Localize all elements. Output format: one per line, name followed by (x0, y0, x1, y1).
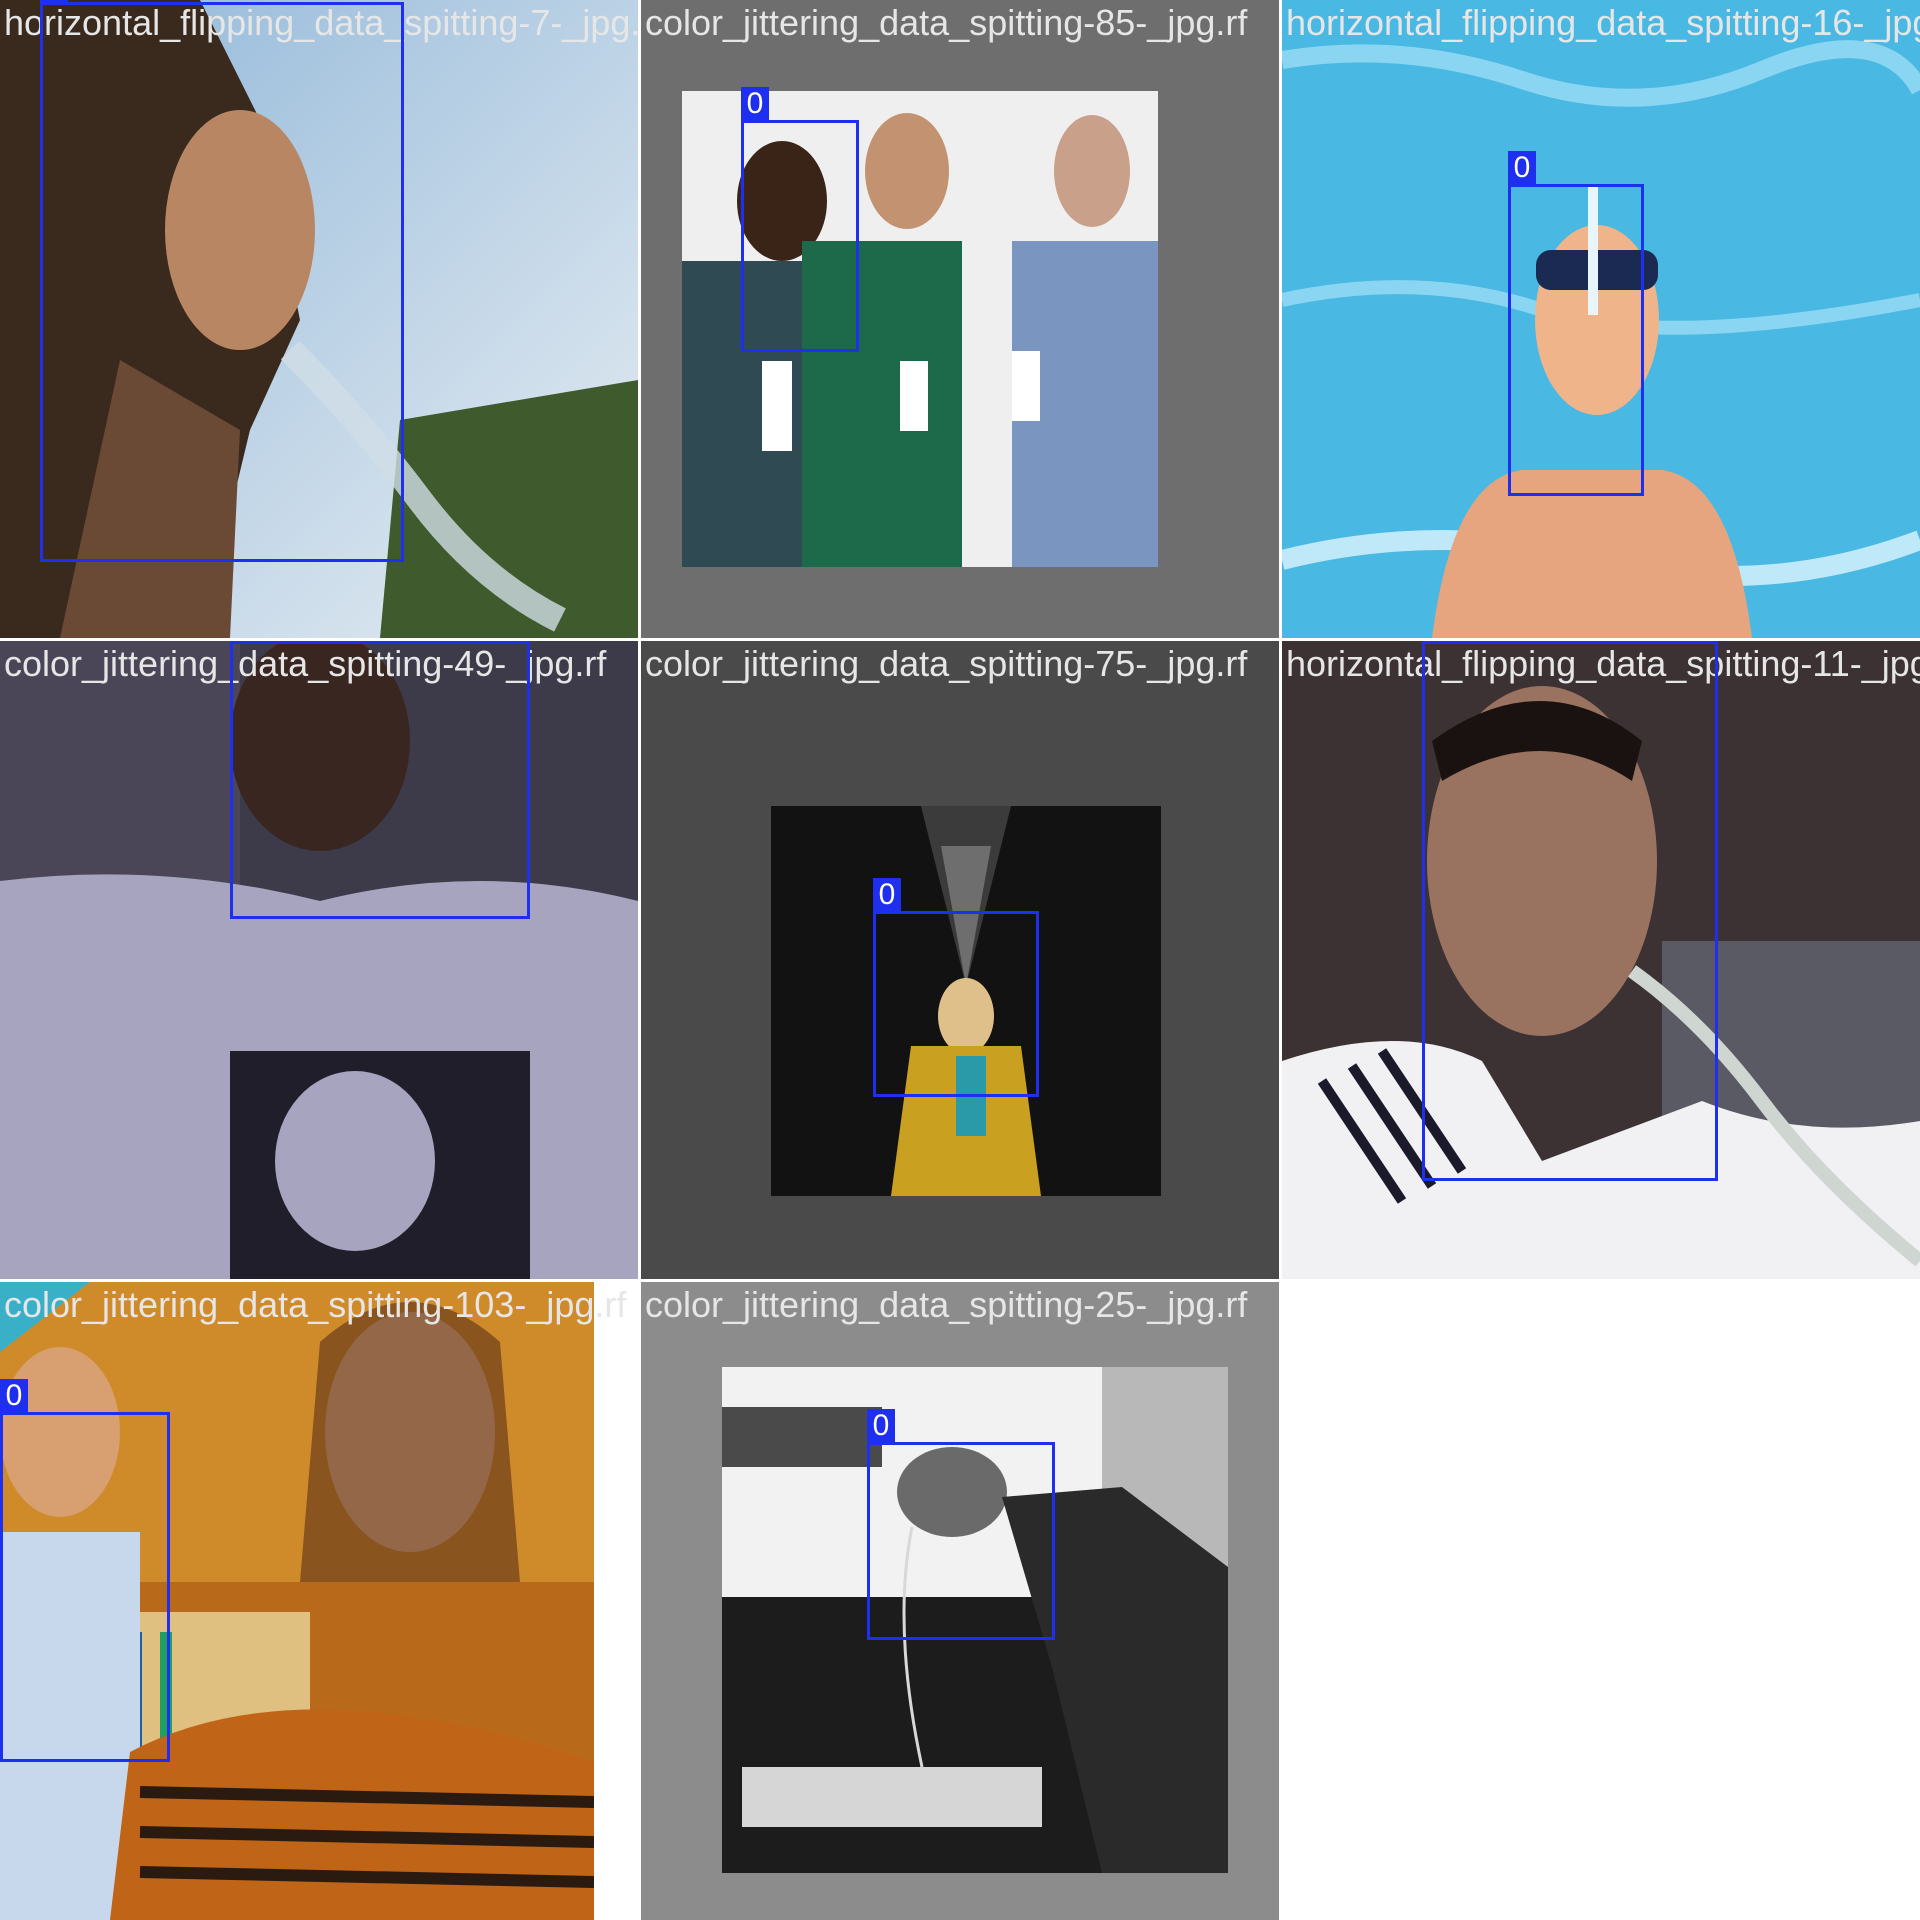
bounding-box: 0 (873, 878, 1039, 1097)
tile-1: horizontal_flipping_data_spitting-7-_jpg… (0, 0, 638, 638)
tile-3: horizontal_flipping_data_spitting-16-_jp… (1282, 0, 1920, 638)
tile-title: color_jittering_data_spitting-75-_jpg.rf (645, 643, 1248, 684)
tile-2: color_jittering_data_spitting-85-_jpg.rf… (641, 0, 1279, 638)
bounding-box: 0 (40, 0, 404, 562)
bounding-box: 0 (1508, 151, 1644, 496)
tile-title: color_jittering_data_spitting-103-_jpg.r… (4, 1284, 627, 1325)
tile-6: horizontal_flipping_data_spitting-11-_jp… (1282, 641, 1920, 1279)
tile-4: color_jittering_data_spitting-49-_jpg.rf… (0, 641, 638, 1279)
tile-title: horizontal_flipping_data_spitting-16-_jp… (1286, 2, 1920, 43)
class-label-tag: 0 (741, 87, 769, 120)
image-mosaic: horizontal_flipping_data_spitting-7-_jpg… (0, 0, 1920, 1920)
class-label-tag: 0 (0, 1379, 28, 1412)
tile-title: color_jittering_data_spitting-25-_jpg.rf (645, 1284, 1248, 1325)
class-label-tag: 0 (1508, 151, 1536, 184)
class-label-tag: 0 (40, 0, 68, 2)
class-label-tag: 0 (867, 1409, 895, 1442)
bounding-box: 0 (1422, 641, 1718, 1181)
bounding-box: 0 (741, 87, 859, 352)
tile-title: color_jittering_data_spitting-85-_jpg.rf (645, 2, 1248, 43)
bounding-box: 0 (0, 1379, 170, 1762)
tile-8: color_jittering_data_spitting-25-_jpg.rf… (641, 1282, 1279, 1920)
bounding-box: 0 (230, 641, 530, 919)
tile-5: color_jittering_data_spitting-75-_jpg.rf… (641, 641, 1279, 1279)
class-label-tag: 0 (873, 878, 901, 911)
empty-cell (1282, 1282, 1920, 1920)
tile-7: color_jittering_data_spitting-103-_jpg.r… (0, 1282, 638, 1920)
bounding-box: 0 (867, 1409, 1055, 1640)
